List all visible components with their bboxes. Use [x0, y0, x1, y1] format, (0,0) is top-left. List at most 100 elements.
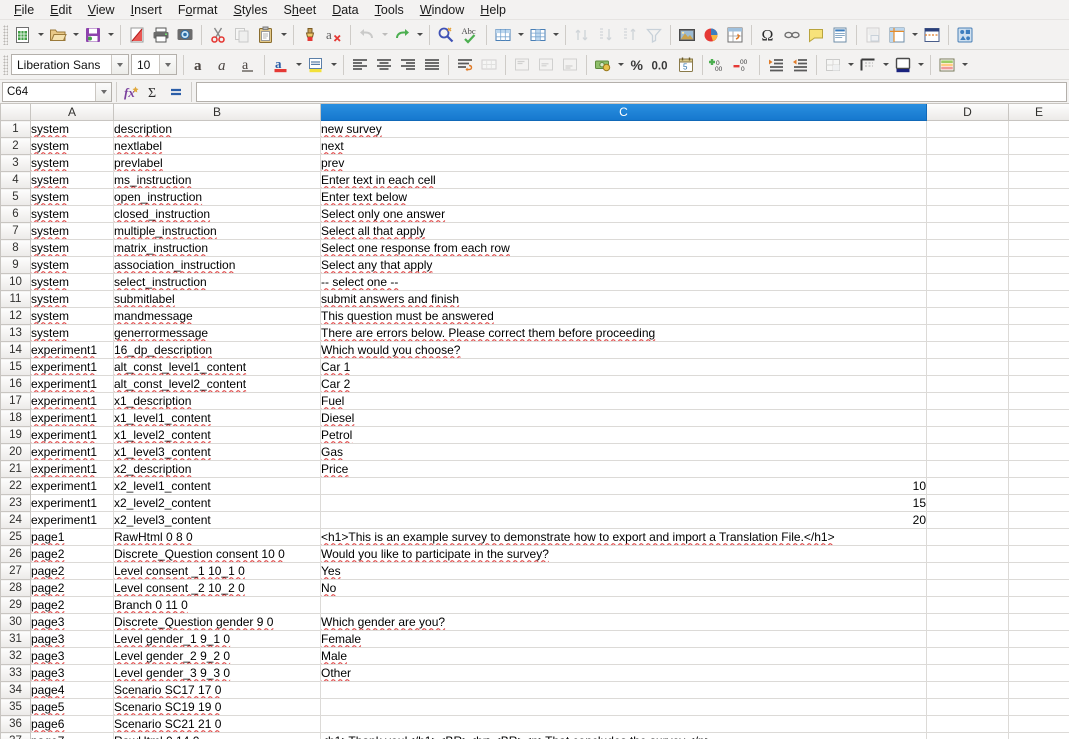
cell-c[interactable]: This question must be answered [320, 307, 927, 326]
align-center-icon[interactable] [372, 53, 396, 77]
cell-a[interactable]: system [30, 205, 114, 224]
cell-a[interactable]: page2 [30, 596, 114, 615]
save-document-icon[interactable] [81, 23, 105, 47]
cell-b[interactable]: Scenario SC17 17 0 [113, 681, 321, 700]
cell-e[interactable] [1008, 664, 1069, 683]
underline-icon[interactable]: a [236, 53, 260, 77]
cell-b[interactable]: mandmessage [113, 307, 321, 326]
column-header-e[interactable]: E [1008, 104, 1069, 122]
cell-e[interactable] [1008, 392, 1069, 411]
menu-tools[interactable]: Tools [367, 1, 412, 19]
column-dropdown[interactable] [550, 23, 561, 47]
row-header[interactable]: 24 [0, 511, 31, 530]
cell-a[interactable]: page2 [30, 579, 114, 598]
cell-e[interactable] [1008, 460, 1069, 479]
cell-b[interactable]: Level gender_1 9_1 0 [113, 630, 321, 649]
cell-e[interactable] [1008, 290, 1069, 309]
cell-c[interactable]: Select only one answer [320, 205, 927, 224]
row-header[interactable]: 28 [0, 579, 31, 598]
cell-c[interactable]: <h1>Thank you!</h1><BR><br><BR><p>That c… [320, 732, 927, 739]
column-header-b[interactable]: B [113, 104, 321, 122]
cell-e[interactable] [1008, 120, 1069, 139]
menu-styles[interactable]: Styles [225, 1, 275, 19]
cell-c[interactable]: new survey [320, 120, 927, 139]
cell-d[interactable] [926, 375, 1009, 394]
cell-d[interactable] [926, 562, 1009, 581]
cell-b[interactable]: prevlabel [113, 154, 321, 173]
cell-e[interactable] [1008, 477, 1069, 496]
row-header[interactable]: 27 [0, 562, 31, 581]
cell-d[interactable] [926, 290, 1009, 309]
column-icon[interactable] [526, 23, 550, 47]
split-window-icon[interactable] [920, 23, 944, 47]
row-header[interactable]: 30 [0, 613, 31, 632]
insert-comment-icon[interactable] [804, 23, 828, 47]
redo-dropdown[interactable] [414, 23, 425, 47]
cell-d[interactable] [926, 239, 1009, 258]
cell-e[interactable] [1008, 562, 1069, 581]
cell-c[interactable]: Select all that apply [320, 222, 927, 241]
cell-a[interactable]: system [30, 239, 114, 258]
cell-a[interactable]: experiment1 [30, 426, 114, 445]
cell-d[interactable] [926, 273, 1009, 292]
cell-d[interactable] [926, 698, 1009, 717]
cell-a[interactable]: page2 [30, 545, 114, 564]
cell-e[interactable] [1008, 630, 1069, 649]
cell-c[interactable]: Enter text in each cell [320, 171, 927, 190]
cell-b[interactable]: description [113, 120, 321, 139]
cell-e[interactable] [1008, 596, 1069, 615]
cell-b[interactable]: ms_instruction [113, 171, 321, 190]
date-format-icon[interactable]: 5 [674, 53, 698, 77]
row-header[interactable]: 4 [0, 171, 31, 190]
cell-a[interactable]: experiment1 [30, 375, 114, 394]
cell-styles-dropdown[interactable] [959, 53, 970, 77]
cell-c[interactable]: Which would you choose? [320, 341, 927, 360]
cell-e[interactable] [1008, 579, 1069, 598]
cell-b[interactable]: Scenario SC19 19 0 [113, 698, 321, 717]
row-header[interactable]: 18 [0, 409, 31, 428]
cell-a[interactable]: experiment1 [30, 341, 114, 360]
font-color-dropdown[interactable] [293, 53, 304, 77]
cell-d[interactable] [926, 443, 1009, 462]
freeze-dropdown[interactable] [909, 23, 920, 47]
row-header[interactable]: 19 [0, 426, 31, 445]
cell-c[interactable]: Would you like to participate in the sur… [320, 545, 927, 564]
cell-b[interactable]: submitlabel [113, 290, 321, 309]
cell-b[interactable]: matrix_instruction [113, 239, 321, 258]
font-size-combobox[interactable]: 10 [131, 54, 177, 75]
cell-d[interactable] [926, 154, 1009, 173]
paste-dropdown[interactable] [278, 23, 289, 47]
cell-c[interactable]: Select one response from each row [320, 239, 927, 258]
cell-d[interactable] [926, 256, 1009, 275]
menu-insert[interactable]: Insert [123, 1, 170, 19]
headers-footers-icon[interactable] [828, 23, 852, 47]
select-all-corner[interactable] [0, 104, 31, 122]
border-style-icon[interactable] [856, 53, 880, 77]
row-header[interactable]: 3 [0, 154, 31, 173]
row-header[interactable]: 36 [0, 715, 31, 734]
cell-e[interactable] [1008, 528, 1069, 547]
cell-e[interactable] [1008, 494, 1069, 513]
cell-b[interactable]: Scenario SC21 21 0 [113, 715, 321, 734]
cell-d[interactable] [926, 460, 1009, 479]
cell-a[interactable]: system [30, 324, 114, 343]
cell-b[interactable]: Discrete_Question consent 10 0 [113, 545, 321, 564]
number-format-icon[interactable]: 0.0 [650, 53, 674, 77]
cell-c[interactable]: Enter text below [320, 188, 927, 207]
formatting-toolbar-grip[interactable] [3, 54, 8, 75]
open-document-icon[interactable] [46, 23, 70, 47]
cell-e[interactable] [1008, 324, 1069, 343]
row-header[interactable]: 29 [0, 596, 31, 615]
align-right-icon[interactable] [396, 53, 420, 77]
row-header[interactable]: 34 [0, 681, 31, 700]
cell-d[interactable] [926, 392, 1009, 411]
currency-format-icon[interactable] [591, 53, 615, 77]
cell-b[interactable]: Discrete_Question gender 9 0 [113, 613, 321, 632]
cell-a[interactable]: experiment1 [30, 358, 114, 377]
cell-c[interactable]: Diesel [320, 409, 927, 428]
row-dropdown[interactable] [515, 23, 526, 47]
clone-formatting-icon[interactable] [298, 23, 322, 47]
font-name-dropdown-arrow[interactable] [111, 55, 128, 74]
row-header[interactable]: 21 [0, 460, 31, 479]
decrease-indent-icon[interactable] [788, 53, 812, 77]
